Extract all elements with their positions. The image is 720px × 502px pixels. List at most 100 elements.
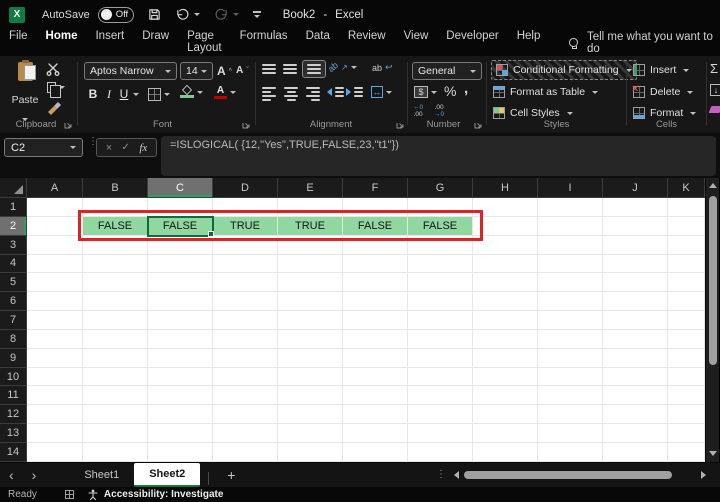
cell-E6[interactable] [278,292,343,312]
cell-C2[interactable]: FALSE [147,215,214,237]
cell-D6[interactable] [213,292,278,312]
cell-A12[interactable] [27,405,83,425]
cell-D9[interactable] [213,348,278,368]
cell-H14[interactable] [473,442,538,462]
cell-C9[interactable] [148,348,213,368]
row-header-14[interactable]: 14 [0,442,27,462]
cell-J4[interactable] [603,254,668,274]
cell-K6[interactable] [668,292,705,312]
cell-G8[interactable] [408,329,473,349]
cell-G5[interactable] [408,273,473,293]
tab-insert[interactable]: Insert [86,25,133,60]
scroll-right-icon[interactable] [701,471,706,479]
cell-I13[interactable] [538,424,603,443]
sheet-tab-sheet2[interactable]: Sheet2 [134,463,201,487]
borders-dropdown-icon[interactable] [164,93,170,96]
cell-B1[interactable] [83,198,148,217]
redo-dropdown-icon[interactable] [232,13,239,16]
cell-C7[interactable] [148,311,213,330]
cell-D8[interactable] [213,329,278,349]
cell-D11[interactable] [213,386,278,406]
cell-F5[interactable] [343,273,408,293]
cell-C4[interactable] [148,254,213,274]
cell-H9[interactable] [473,348,538,368]
cell-J12[interactable] [603,405,668,425]
cell-H7[interactable] [473,311,538,330]
orientation-dropdown-icon[interactable] [350,65,357,69]
row-header-6[interactable]: 6 [0,292,27,312]
underline-dropdown-icon[interactable] [133,92,139,96]
column-header-C[interactable]: C [148,178,213,198]
row-header-2[interactable]: 2 [0,216,27,236]
cell-J9[interactable] [603,348,668,368]
cell-F9[interactable] [343,348,408,368]
cell-I7[interactable] [538,311,603,330]
bold-button[interactable]: B [87,87,99,101]
align-middle-icon[interactable] [283,64,297,74]
cell-F13[interactable] [343,424,408,443]
orientation-icon[interactable]: ab ↗ [326,60,357,74]
comma-style-icon[interactable]: , [464,80,468,97]
borders-icon[interactable] [148,88,170,101]
cell-G3[interactable] [408,235,473,255]
undo-dropdown-icon[interactable] [193,13,200,16]
vertical-scrollbar-thumb[interactable] [709,196,717,365]
decrease-indent-icon[interactable] [327,87,344,97]
cell-E9[interactable] [278,348,343,368]
cell-I2[interactable] [538,216,603,236]
cell-J3[interactable] [603,235,668,255]
cell-H1[interactable] [473,198,538,217]
wrap-text-icon[interactable]: ab ↩ [372,62,393,73]
cell-H5[interactable] [473,273,538,293]
cell-J11[interactable] [603,386,668,406]
cell-A2[interactable] [27,216,83,236]
cell-K7[interactable] [668,311,705,330]
cell-A8[interactable] [27,329,83,349]
cell-B6[interactable] [83,292,148,312]
copy-icon[interactable] [47,82,65,98]
cell-A5[interactable] [27,273,83,293]
sheet-nav-left-icon[interactable]: ‹ [0,468,23,482]
cell-A7[interactable] [27,311,83,330]
cell-F2[interactable]: FALSE [343,216,408,236]
scroll-left-icon[interactable] [454,471,459,479]
paste-button[interactable]: Paste [6,60,44,123]
column-header-H[interactable]: H [473,178,538,198]
cell-F12[interactable] [343,405,408,425]
decrease-decimal-icon[interactable]: .00 →0 [434,104,444,118]
font-color-icon[interactable]: A [214,86,236,99]
cell-J13[interactable] [603,424,668,443]
cell-C6[interactable] [148,292,213,312]
cell-J10[interactable] [603,367,668,387]
cell-C13[interactable] [148,424,213,443]
cell-H6[interactable] [473,292,538,312]
number-dialog-launcher[interactable] [474,120,483,129]
column-header-K[interactable]: K [668,178,705,198]
accessibility-status[interactable]: Accessibility: Investigate [104,489,224,500]
format-as-table-button[interactable]: Format as Table [493,82,599,102]
cell-I8[interactable] [538,329,603,349]
cell-D2[interactable]: TRUE [213,216,278,236]
cell-F3[interactable] [343,235,408,255]
cell-F10[interactable] [343,367,408,387]
sheet-options-icon[interactable]: ⋮ [436,470,446,480]
cell-H8[interactable] [473,329,538,349]
increase-font-size-icon[interactable]: A ^ [217,64,232,78]
cell-G1[interactable] [408,198,473,217]
cell-I10[interactable] [538,367,603,387]
cell-F11[interactable] [343,386,408,406]
cell-D4[interactable] [213,254,278,274]
cell-I9[interactable] [538,348,603,368]
autosum-icon[interactable]: Σ [710,61,718,76]
tab-data[interactable]: Data [297,25,339,60]
accounting-format-icon[interactable]: $ [414,86,437,98]
cell-H3[interactable] [473,235,538,255]
undo-icon[interactable] [175,8,200,21]
cell-G10[interactable] [408,367,473,387]
cell-J7[interactable] [603,311,668,330]
cell-D5[interactable] [213,273,278,293]
font-name-select[interactable]: Aptos Narrow [84,62,177,80]
column-header-J[interactable]: J [603,178,668,198]
cell-A6[interactable] [27,292,83,312]
italic-button[interactable]: I [103,87,115,102]
